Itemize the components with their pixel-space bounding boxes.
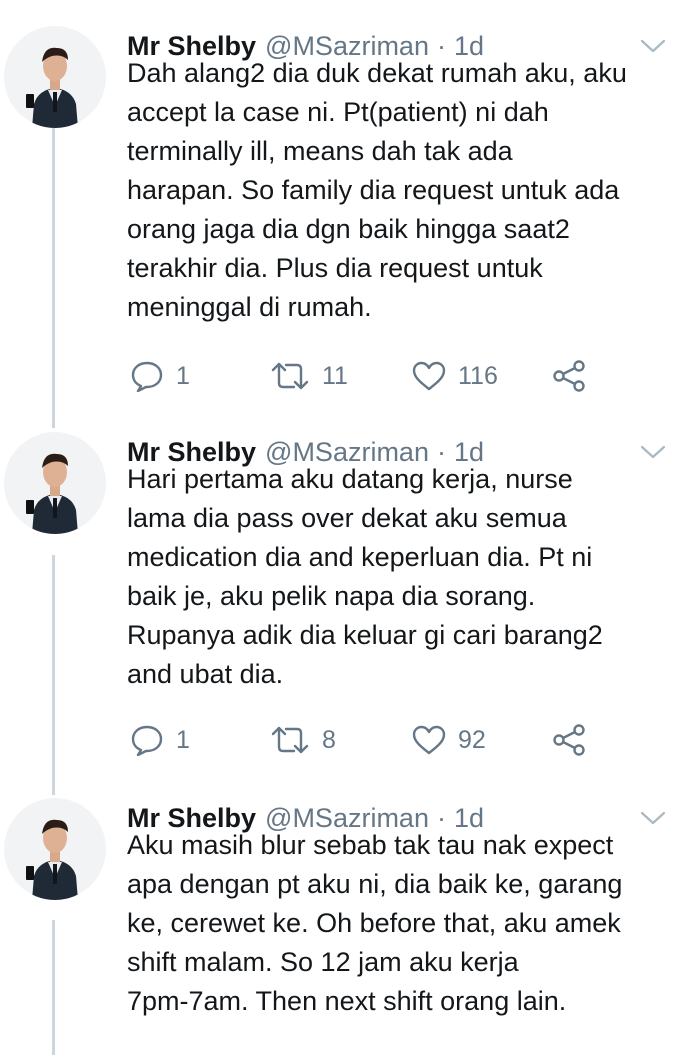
- share-nodes-icon: [553, 724, 585, 756]
- avatar-image: [26, 453, 78, 534]
- avatar[interactable]: [4, 26, 106, 128]
- share-button[interactable]: [552, 720, 586, 760]
- avatar[interactable]: [4, 432, 106, 534]
- share-button[interactable]: [552, 356, 586, 396]
- heart-icon: [412, 725, 446, 755]
- avatar[interactable]: [4, 798, 106, 900]
- retweet-count: 11: [322, 361, 348, 390]
- chevron-down-icon[interactable]: [638, 36, 668, 56]
- heart-icon: [412, 361, 446, 391]
- reply-count: 1: [176, 725, 190, 754]
- share-nodes-icon: [553, 360, 585, 392]
- chevron-down-icon[interactable]: [638, 808, 668, 828]
- tweet[interactable]: Mr Shelby @MSazriman · 1d Hari pertama a…: [0, 432, 694, 772]
- tweet-text: Hari pertama aku datang kerja, nurse lam…: [127, 464, 603, 689]
- speech-bubble-icon: [131, 725, 163, 756]
- like-count: 92: [458, 725, 486, 754]
- retweet-button[interactable]: 8: [270, 720, 336, 760]
- tweet-text: Aku masih blur sebab tak tau nak expect …: [127, 830, 623, 1016]
- tweet-actions: 1 11 116: [130, 356, 610, 396]
- retweet-count: 8: [322, 725, 336, 754]
- reply-button[interactable]: 1: [130, 356, 190, 396]
- reply-count: 1: [176, 361, 190, 390]
- retweet-arrows-icon: [271, 726, 309, 754]
- reply-button[interactable]: 1: [130, 720, 190, 760]
- speech-bubble-icon: [131, 361, 163, 392]
- like-button[interactable]: 92: [412, 720, 486, 760]
- tweet-text: Dah alang2 dia duk dekat rumah aku, aku …: [127, 58, 627, 322]
- retweet-arrows-icon: [271, 362, 309, 390]
- tweet[interactable]: Mr Shelby @MSazriman · 1d Aku masih blur…: [0, 798, 694, 1055]
- like-button[interactable]: 116: [412, 356, 498, 396]
- avatar-image: [26, 819, 78, 900]
- tweet-actions: 1 8 92: [130, 720, 610, 760]
- tweet[interactable]: Mr Shelby @MSazriman · 1d Dah alang2 dia…: [0, 26, 694, 406]
- retweet-button[interactable]: 11: [270, 356, 348, 396]
- chevron-down-icon[interactable]: [638, 442, 668, 462]
- avatar-image: [26, 47, 78, 128]
- like-count: 116: [458, 361, 498, 390]
